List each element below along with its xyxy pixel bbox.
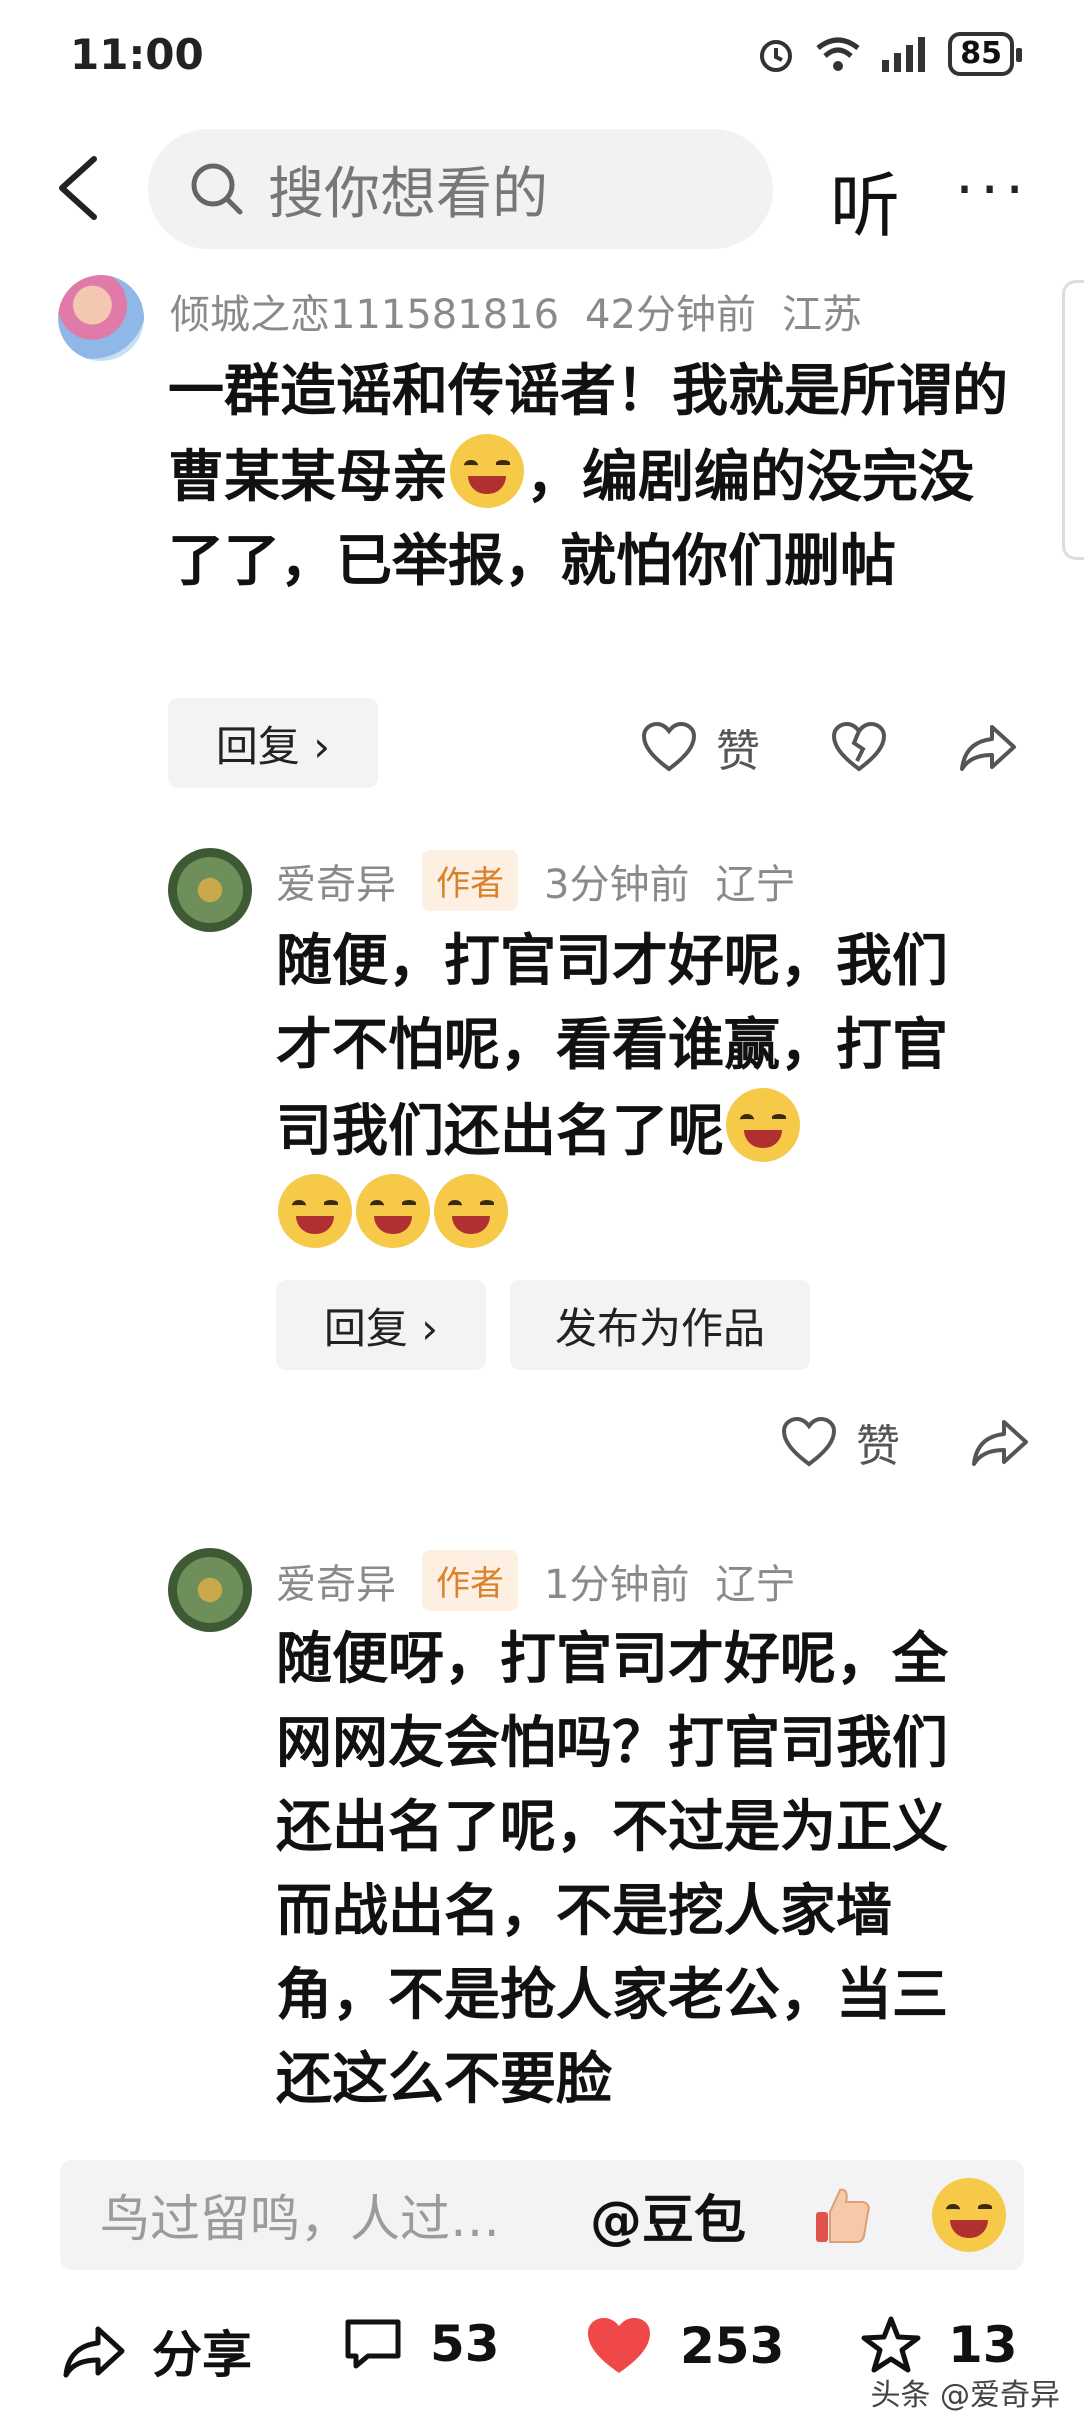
reply-button[interactable]: 回复 › bbox=[276, 1280, 486, 1370]
comment-text-part: 随便呀，打官司才好呢，全网网友会怕吗？打官司我们还出名了呢，不过是为正义而战出名… bbox=[276, 1627, 948, 2112]
like-label[interactable]: 赞 bbox=[856, 1410, 900, 1474]
comments-button[interactable]: 53 bbox=[342, 2315, 500, 2373]
favorites-count: 13 bbox=[948, 2316, 1018, 2374]
comment-meta: 爱奇异 作者 3分钟前 辽宁 bbox=[276, 850, 821, 911]
comment-meta: 倾城之恋111581816 42分钟前 江苏 bbox=[170, 282, 888, 340]
search-input[interactable]: 搜你想看的 bbox=[148, 129, 773, 249]
top-bar: 搜你想看的 听 ··· bbox=[0, 125, 1084, 250]
comment-meta: 爱奇异 作者 1分钟前 辽宁 bbox=[276, 1550, 821, 1611]
comment-text: 一群造谣和传谣者！我就是所谓的曹某某母亲 ，编剧编的没完没了了，已举报，就怕你们删… bbox=[168, 350, 1028, 604]
comment-time: 42分钟前 bbox=[585, 292, 756, 338]
thumbs-up-emoji-icon[interactable] bbox=[810, 2182, 876, 2248]
watermark: 头条 @爱奇异 bbox=[870, 2378, 1060, 2412]
likes-count: 253 bbox=[680, 2317, 785, 2375]
like-heart-icon[interactable] bbox=[780, 1416, 838, 1468]
grinning-emoji-icon[interactable] bbox=[932, 2178, 1006, 2252]
laughing-crying-emoji-icon bbox=[450, 434, 524, 508]
status-icons: 85 bbox=[756, 32, 1022, 76]
share-arrow-icon[interactable] bbox=[970, 1416, 1030, 1468]
scroll-edge bbox=[1062, 280, 1084, 560]
comment-time: 1分钟前 bbox=[544, 1561, 690, 1608]
comment-location: 辽宁 bbox=[715, 861, 796, 908]
username[interactable]: 爱奇异 bbox=[276, 1552, 396, 1610]
publish-as-work-button[interactable]: 发布为作品 bbox=[510, 1280, 810, 1370]
username[interactable]: 倾城之恋111581816 bbox=[170, 282, 559, 340]
share-arrow-icon[interactable] bbox=[958, 721, 1018, 773]
back-arrow-icon[interactable] bbox=[50, 153, 110, 223]
comment-input-placeholder: 鸟过留鸣，人过… bbox=[100, 2190, 500, 2248]
comment-text: 随便，打官司才好呢，我们才不怕呢，看看谁赢，打官司我们还出名了呢 bbox=[276, 920, 996, 1260]
alarm-icon bbox=[760, 40, 793, 72]
like-label[interactable]: 赞 bbox=[716, 715, 760, 779]
status-bar: 11:00 85 bbox=[0, 0, 1084, 110]
share-icon bbox=[63, 2326, 125, 2378]
doubao-mention-button[interactable]: @豆包 bbox=[590, 2178, 790, 2253]
author-badge: 作者 bbox=[422, 850, 518, 911]
signal-icon bbox=[882, 37, 926, 72]
battery-indicator: 85 bbox=[948, 32, 1022, 76]
comment-text-part: 随便，打官司才好呢，我们才不怕呢，看看谁赢，打官司我们还出名了呢 bbox=[276, 929, 948, 1164]
comment-bubble-icon bbox=[345, 2319, 401, 2369]
favorite-button[interactable]: 13 bbox=[860, 2315, 1018, 2375]
search-icon bbox=[191, 163, 243, 215]
comment-location: 辽宁 bbox=[715, 1561, 796, 1608]
like-heart-icon[interactable] bbox=[640, 721, 698, 773]
grinning-emoji-icon bbox=[726, 1088, 800, 1162]
avatar[interactable] bbox=[168, 848, 252, 932]
avatar[interactable] bbox=[58, 275, 144, 361]
wifi-icon bbox=[816, 37, 860, 71]
reply-button[interactable]: 回复 › bbox=[168, 698, 378, 788]
grinning-emoji-icon bbox=[278, 1174, 352, 1248]
broken-heart-icon[interactable] bbox=[830, 721, 888, 773]
comment-actions: 赞 bbox=[640, 715, 1018, 779]
grinning-emoji-icon bbox=[434, 1174, 508, 1248]
comment-actions: 赞 bbox=[780, 1410, 1030, 1474]
star-icon bbox=[861, 2316, 921, 2373]
like-button[interactable]: 253 bbox=[584, 2315, 784, 2377]
heart-filled-icon bbox=[588, 2318, 650, 2373]
comment-location: 江苏 bbox=[781, 292, 862, 338]
grinning-emoji-icon bbox=[356, 1174, 430, 1248]
author-badge: 作者 bbox=[422, 1550, 518, 1611]
comment-input[interactable]: 鸟过留鸣，人过… @豆包 bbox=[60, 2160, 1024, 2270]
avatar[interactable] bbox=[168, 1548, 252, 1632]
username[interactable]: 爱奇异 bbox=[276, 852, 396, 910]
comments-count: 53 bbox=[430, 2315, 500, 2373]
status-time: 11:00 bbox=[70, 30, 204, 79]
more-menu-button[interactable]: ··· bbox=[955, 155, 1030, 225]
share-label: 分享 bbox=[152, 2326, 252, 2384]
share-button[interactable]: 分享 bbox=[62, 2315, 252, 2387]
listen-button[interactable]: 听 bbox=[830, 150, 900, 251]
comment-text: 随便呀，打官司才好呢，全网网友会怕吗？打官司我们还出名了呢，不过是为正义而战出名… bbox=[276, 1618, 996, 2128]
comment-time: 3分钟前 bbox=[544, 861, 690, 908]
search-placeholder: 搜你想看的 bbox=[268, 161, 548, 227]
